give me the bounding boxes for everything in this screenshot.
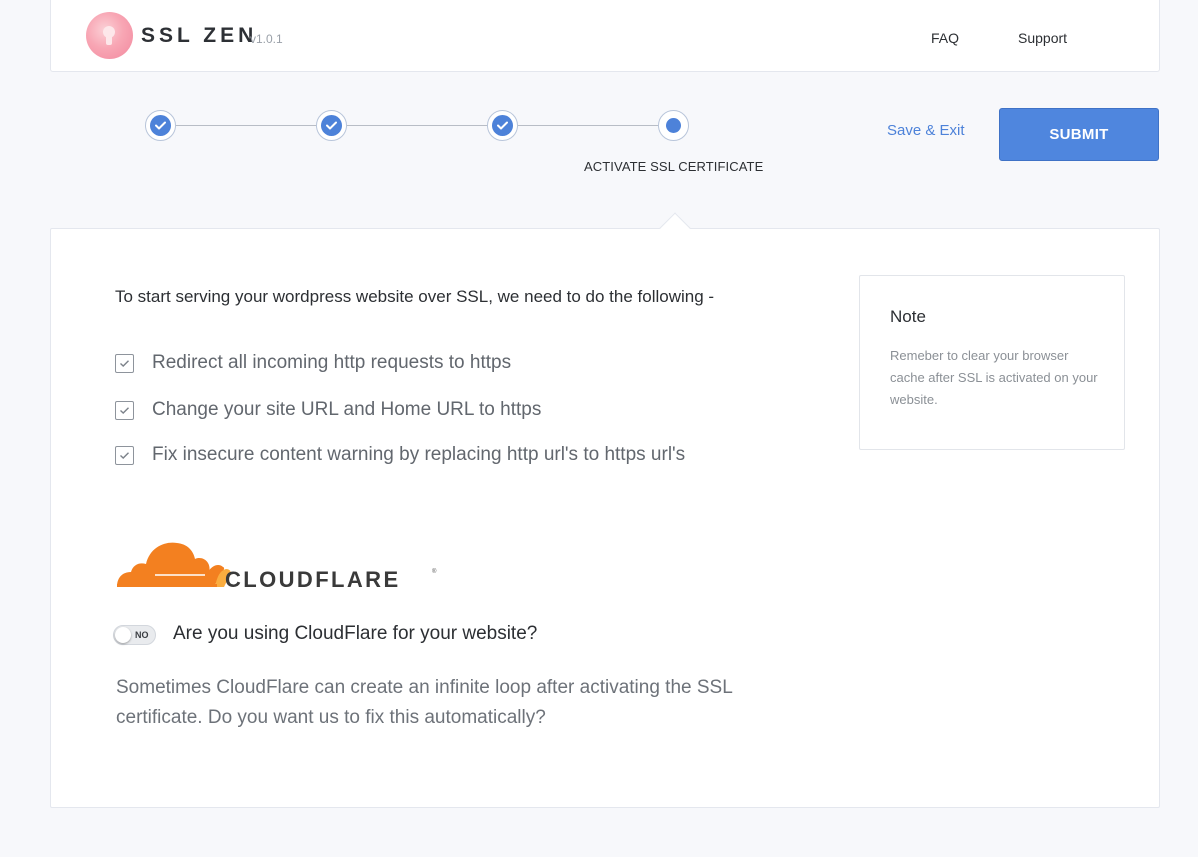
step-1-complete [145, 110, 176, 141]
step-connector [518, 125, 658, 126]
keyhole-stem [106, 34, 112, 45]
submit-button[interactable]: SUBMIT [999, 108, 1159, 161]
save-exit-link[interactable]: Save & Exit [887, 122, 965, 139]
checkmark-icon [150, 115, 171, 136]
task-item: Fix insecure content warning by replacin… [115, 444, 685, 466]
cloudflare-wordmark: CLOUDFLARE [225, 567, 401, 592]
checkmark-icon [492, 115, 513, 136]
toggle-knob [115, 627, 131, 643]
task-label: Change your site URL and Home URL to htt… [152, 399, 542, 420]
checkbox-checked-icon [115, 400, 134, 420]
note-panel: Note Remeber to clear your browser cache… [859, 275, 1125, 450]
task-item: Redirect all incoming http requests to h… [115, 352, 511, 374]
nav-support-link[interactable]: Support [1018, 30, 1067, 46]
checkbox-checked-icon [115, 353, 134, 373]
active-step-dot [666, 118, 681, 133]
top-header: SSL ZEN v1.0.1 FAQ Support [50, 0, 1160, 72]
cloudflare-question: Are you using CloudFlare for your websit… [173, 623, 538, 644]
cloudflare-description: Sometimes CloudFlare can create an infin… [116, 677, 733, 728]
cloudflare-toggle[interactable]: NO [113, 625, 156, 645]
intro-text: To start serving your wordpress website … [115, 287, 715, 306]
checkbox-checked-icon [115, 445, 134, 465]
step-connector [347, 125, 487, 126]
note-body: Remeber to clear your browser cache afte… [890, 348, 1098, 407]
step-connector [176, 125, 316, 126]
cloudflare-registered-mark: ® [432, 569, 437, 575]
task-label: Fix insecure content warning by replacin… [152, 444, 686, 465]
step-3-complete [487, 110, 518, 141]
ssl-zen-logo-icon [86, 12, 133, 59]
note-title: Note [890, 307, 926, 326]
task-item: Change your site URL and Home URL to htt… [115, 399, 541, 421]
task-label: Redirect all incoming http requests to h… [152, 352, 512, 373]
brand-name: SSL ZEN [141, 24, 258, 47]
step-4-active [658, 110, 689, 141]
step-2-complete [316, 110, 347, 141]
nav-faq-link[interactable]: FAQ [931, 30, 959, 46]
checkmark-icon [321, 115, 342, 136]
version-label: v1.0.1 [250, 32, 283, 46]
toggle-state-label: NO [135, 630, 149, 640]
active-step-label: ACTIVATE SSL CERTIFICATE [584, 159, 764, 174]
